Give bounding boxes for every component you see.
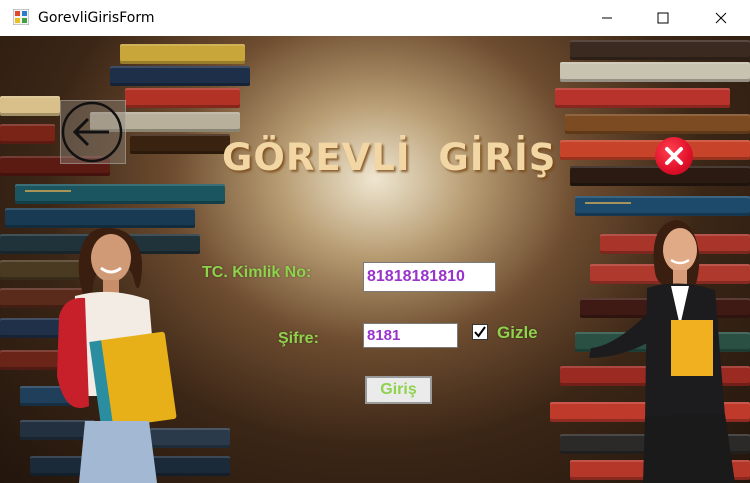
maximize-icon — [657, 12, 669, 24]
gizle-checkbox[interactable] — [472, 324, 488, 340]
maximize-button[interactable] — [640, 0, 686, 36]
page-title: GÖREVLİ GİRİŞ — [222, 136, 557, 179]
close-icon — [715, 12, 727, 24]
teacher-photo — [589, 220, 735, 483]
sifre-input[interactable]: 8181 — [363, 323, 458, 348]
arrow-left-circle-icon — [61, 101, 123, 163]
back-button[interactable] — [60, 100, 126, 164]
app-window: GorevliGirisForm GÖREVLİ GİRİŞ TC. Kimli… — [0, 0, 750, 483]
title-bar[interactable]: GorevliGirisForm — [0, 0, 750, 36]
giris-button[interactable]: Giriş — [365, 376, 432, 404]
tc-kimlik-input[interactable]: 81818181810 — [363, 262, 496, 292]
red-circle-x-icon — [665, 147, 683, 165]
minimize-button[interactable] — [584, 0, 630, 36]
checkmark-icon — [474, 326, 486, 338]
tc-kimlik-label: TC. Kimlik No: — [202, 264, 312, 281]
form-background: GÖREVLİ GİRİŞ TC. Kimlik No: 81818181810… — [0, 36, 750, 483]
minimize-icon — [602, 17, 612, 19]
close-form-button[interactable] — [655, 137, 693, 175]
close-window-button[interactable] — [698, 0, 744, 36]
gizle-label: Gizle — [497, 323, 538, 342]
window-title: GorevliGirisForm — [38, 10, 155, 26]
student-photo — [57, 227, 177, 483]
sifre-label: Şifre: — [278, 330, 319, 347]
app-icon — [13, 9, 29, 25]
